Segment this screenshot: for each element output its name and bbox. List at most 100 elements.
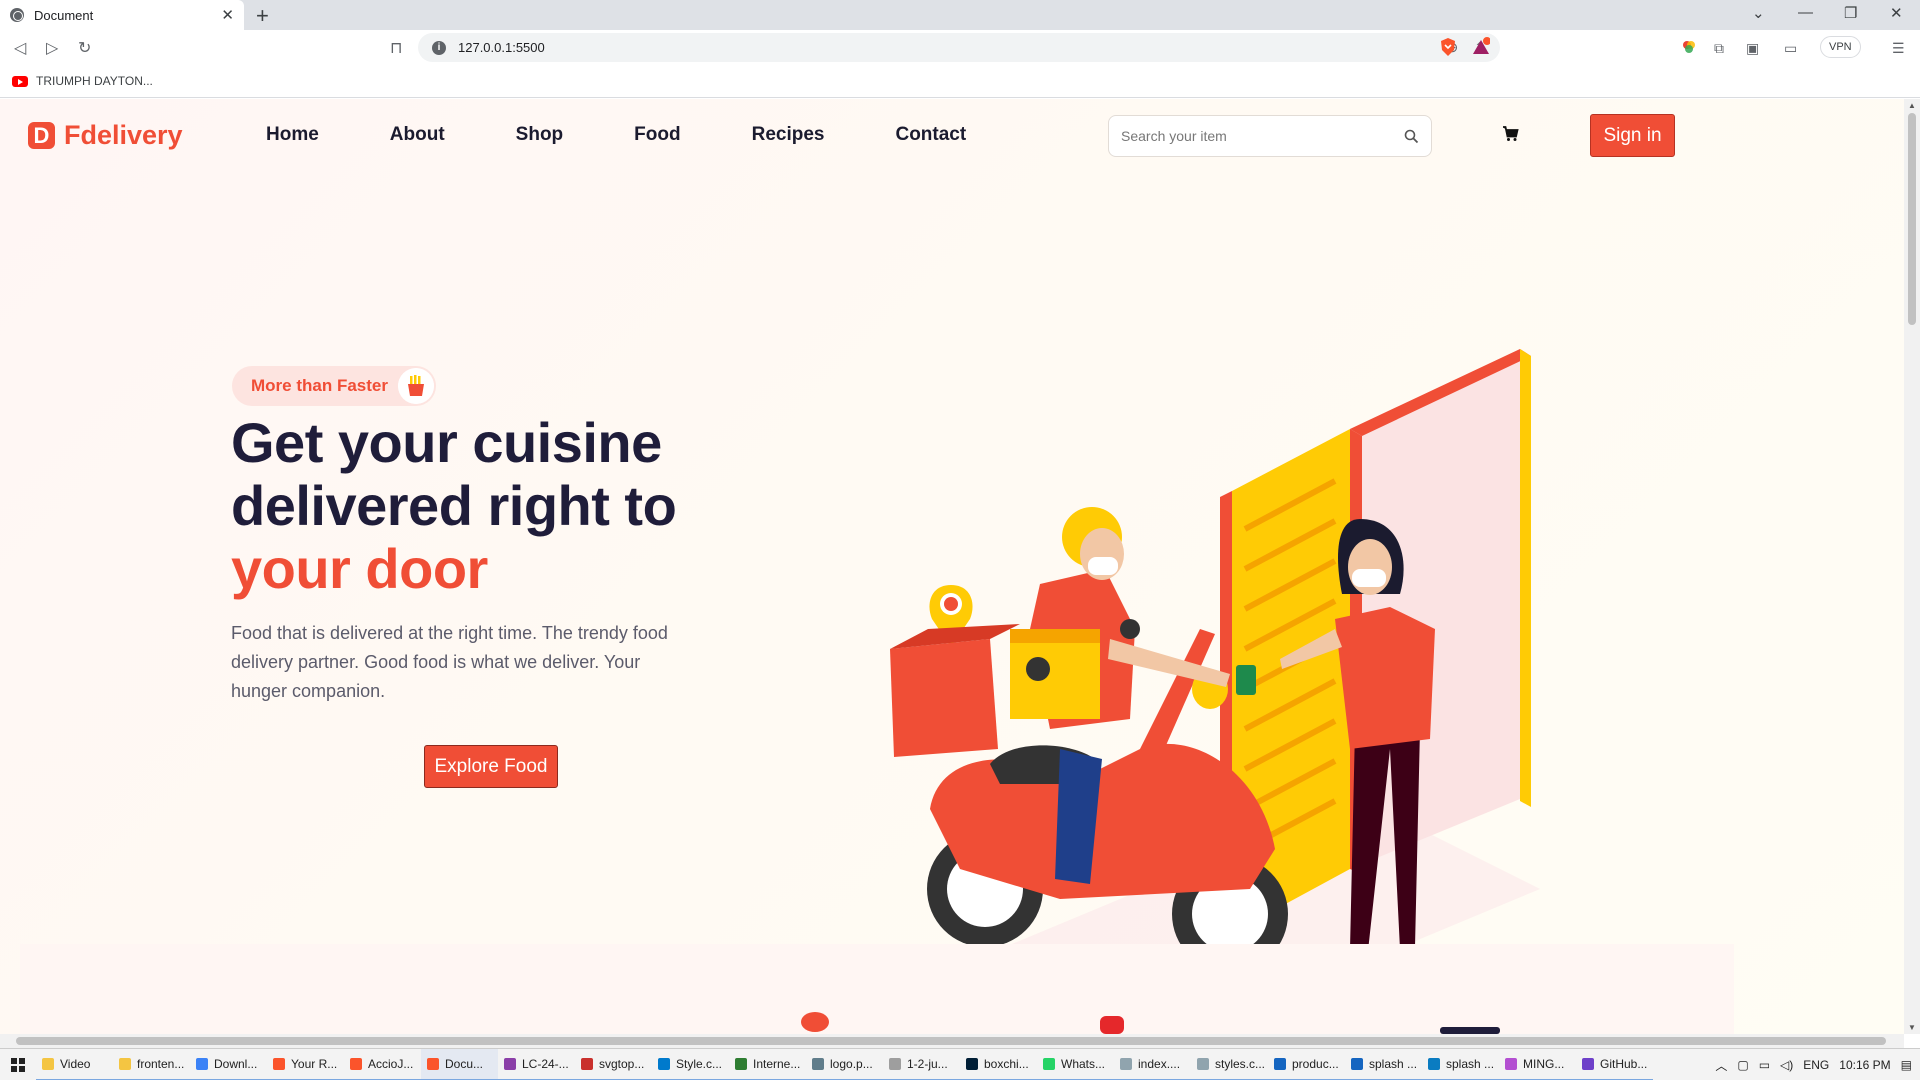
brand-name: Fdelivery (64, 120, 183, 150)
back-icon[interactable]: ◁ (14, 38, 26, 58)
notifications-icon[interactable]: ▤ (1901, 1058, 1912, 1072)
explore-food-button[interactable]: Explore Food (424, 745, 558, 788)
badge-text: More than Faster (251, 376, 388, 395)
network-icon[interactable]: ▢ (1737, 1058, 1748, 1072)
taskbar-item[interactable]: AccioJ... (344, 1049, 421, 1080)
nav-contact[interactable]: Contact (895, 124, 966, 146)
youtube-icon (12, 75, 28, 87)
photo-icon (812, 1057, 824, 1070)
search-icon[interactable] (1404, 129, 1419, 144)
taskbar-item[interactable]: svgtop... (575, 1049, 652, 1080)
main-nav: Home About Shop Food Recipes Contact (266, 124, 966, 146)
taskbar-item[interactable]: fronten... (113, 1049, 190, 1080)
taskbar-item[interactable]: Downl... (190, 1049, 267, 1080)
network-icon (735, 1057, 747, 1070)
page-viewport: D Fdelivery Home About Shop Food Recipes… (0, 99, 1904, 1034)
taskbar-item[interactable]: LC-24-... (498, 1049, 575, 1080)
reload-icon[interactable]: ↻ (78, 38, 91, 58)
brave-rewards-icon[interactable] (1472, 37, 1490, 57)
scroll-down-icon[interactable]: ▼ (1908, 1023, 1916, 1032)
menu-icon[interactable]: ☰ (1892, 40, 1905, 57)
close-tab-icon[interactable]: ✕ (221, 6, 234, 24)
battery-icon[interactable]: ▭ (1759, 1058, 1770, 1072)
browser-tab[interactable]: Document ✕ (0, 0, 244, 30)
site-navbar: D Fdelivery Home About Shop Food Recipes… (0, 99, 1710, 171)
bookmark-icon[interactable]: ⊓ (390, 38, 402, 58)
horizontal-scroll-thumb[interactable] (16, 1037, 1886, 1045)
close-window-icon[interactable]: ✕ (1890, 4, 1903, 22)
nav-about[interactable]: About (390, 124, 445, 146)
scroll-up-icon[interactable]: ▲ (1908, 101, 1916, 110)
tab-search-icon[interactable]: ⌄ (1752, 4, 1765, 22)
taskbar-item-active[interactable]: Docu... (421, 1048, 498, 1080)
file-icon (889, 1057, 901, 1070)
headline-line-2: delivered right to (231, 474, 677, 537)
taskbar-item[interactable]: Style.c... (652, 1049, 729, 1080)
image-viewer-icon (1274, 1057, 1286, 1070)
extensions-icon[interactable]: ⧉ (1714, 40, 1724, 57)
taskbar-item[interactable]: GitHub... (1576, 1049, 1653, 1080)
taskbar-item[interactable]: styles.c... (1191, 1049, 1268, 1080)
taskbar-item[interactable]: Whats... (1037, 1049, 1114, 1080)
notepad-icon (1120, 1057, 1132, 1070)
wallet-icon[interactable]: ▭ (1784, 40, 1797, 57)
browser-tab-bar: Document ✕ + ⌄ — ❐ ✕ (0, 0, 1920, 30)
taskbar-item[interactable]: logo.p... (806, 1049, 883, 1080)
windows-taskbar: Video fronten... Downl... Your R... Acci… (0, 1048, 1920, 1080)
address-bar[interactable]: i 127.0.0.1:5500 ⊖ ⇪ (418, 33, 1500, 62)
archive-icon (504, 1057, 516, 1070)
nav-home[interactable]: Home (266, 124, 319, 146)
forward-icon[interactable]: ▷ (46, 38, 58, 58)
taskbar-item[interactable]: Video (36, 1049, 113, 1080)
vertical-scrollbar[interactable]: ▲ ▼ (1904, 99, 1920, 1034)
taskbar-item[interactable]: 1-2-ju... (883, 1049, 960, 1080)
nav-recipes[interactable]: Recipes (752, 124, 825, 146)
search-input[interactable] (1121, 128, 1404, 144)
clock[interactable]: 10:16 PM (1839, 1058, 1890, 1072)
brand-mark: D (28, 122, 55, 149)
brave-icon (350, 1057, 362, 1070)
hero-badge: More than Faster (232, 366, 436, 406)
search-box (1108, 115, 1432, 157)
vertical-scroll-thumb[interactable] (1908, 113, 1916, 325)
download-icon (196, 1057, 208, 1070)
whatsapp-icon (1043, 1057, 1055, 1070)
hero-description: Food that is delivered at the right time… (231, 623, 668, 701)
minimize-icon[interactable]: — (1798, 4, 1813, 21)
folder-icon (42, 1057, 54, 1070)
taskbar-item[interactable]: splash ... (1345, 1049, 1422, 1080)
signin-button[interactable]: Sign in (1590, 114, 1675, 157)
vpn-button[interactable]: VPN (1820, 36, 1861, 58)
image-icon (581, 1057, 593, 1070)
taskbar-item[interactable]: splash ... (1422, 1049, 1499, 1080)
brave-icon (273, 1057, 285, 1070)
cart-icon[interactable] (1502, 126, 1519, 142)
restore-icon[interactable]: ❐ (1844, 4, 1857, 22)
taskbar-item[interactable]: Interne... (729, 1049, 806, 1080)
language-indicator[interactable]: ENG (1803, 1058, 1829, 1072)
nav-shop[interactable]: Shop (516, 124, 564, 146)
volume-icon[interactable]: ◁) (1780, 1058, 1793, 1072)
taskbar-item[interactable]: Your R... (267, 1049, 344, 1080)
nav-food[interactable]: Food (634, 124, 680, 146)
sidebar-icon[interactable]: ▣ (1746, 40, 1759, 57)
taskbar-item[interactable]: boxchi... (960, 1049, 1037, 1080)
bookmarks-bar: TRIUMPH DAYTON... (0, 66, 1920, 98)
photoshop-icon (966, 1057, 978, 1070)
start-button[interactable] (0, 1049, 36, 1080)
taskbar-item[interactable]: produc... (1268, 1049, 1345, 1080)
taskbar-item[interactable]: MING... (1499, 1049, 1576, 1080)
fries-icon (397, 368, 434, 404)
github-icon (1582, 1057, 1594, 1070)
brave-shields-icon[interactable] (1439, 37, 1457, 57)
horizontal-scrollbar[interactable] (0, 1034, 1904, 1048)
site-info-icon[interactable]: i (432, 40, 446, 55)
brand-logo[interactable]: D Fdelivery (28, 120, 183, 151)
color-extension-icon[interactable] (1682, 40, 1696, 57)
vscode-icon (658, 1057, 670, 1070)
image-viewer-icon (1351, 1057, 1363, 1070)
bookmark-item[interactable]: TRIUMPH DAYTON... (12, 74, 153, 88)
chevron-up-icon[interactable]: ︿ (1715, 1057, 1727, 1074)
taskbar-item[interactable]: index.... (1114, 1049, 1191, 1080)
new-tab-icon[interactable]: + (256, 3, 269, 29)
